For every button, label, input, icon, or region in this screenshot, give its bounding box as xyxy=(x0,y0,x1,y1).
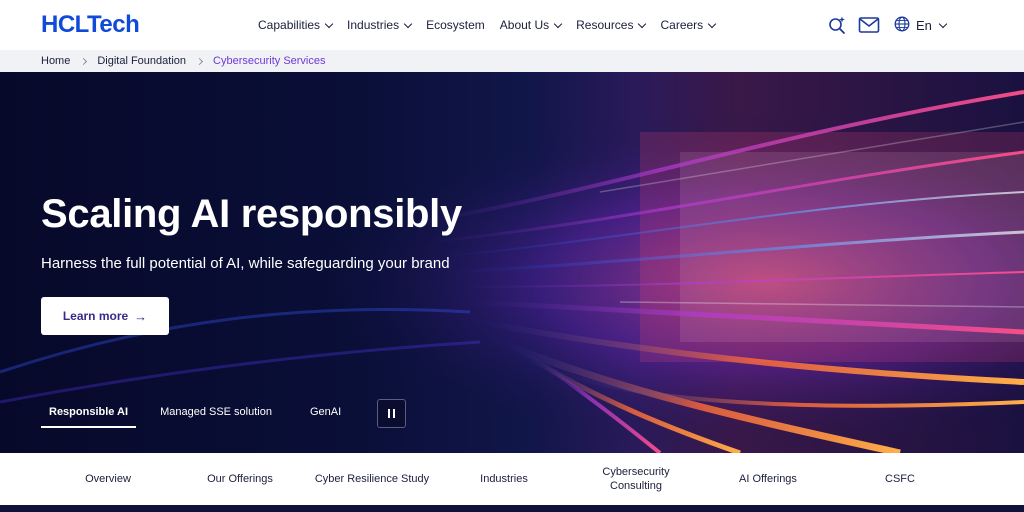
subnav-cyber-resilience-study[interactable]: Cyber Resilience Study xyxy=(310,453,434,505)
subnav-overview[interactable]: Overview xyxy=(72,453,144,505)
nav-ecosystem[interactable]: Ecosystem xyxy=(426,18,485,32)
chevron-right-icon xyxy=(195,57,204,65)
section-subnav: Overview Our Offerings Cyber Resilience … xyxy=(0,453,1024,505)
pause-button[interactable] xyxy=(377,399,406,428)
subnav-ai-offerings[interactable]: AI Offerings xyxy=(728,453,808,505)
mail-icon[interactable] xyxy=(858,14,880,36)
pause-icon-bar xyxy=(393,409,395,418)
subnav-industries[interactable]: Industries xyxy=(468,453,540,505)
chevron-down-icon xyxy=(403,19,413,28)
slide-tab-genai[interactable]: GenAI xyxy=(302,398,349,428)
chevron-down-icon xyxy=(553,19,563,28)
ai-search-icon[interactable] xyxy=(826,14,848,36)
language-selector[interactable]: En xyxy=(894,16,948,35)
footer-edge xyxy=(0,505,1024,512)
nav-label: Careers xyxy=(660,18,704,32)
chevron-down-icon xyxy=(938,19,948,28)
main-nav: Capabilities Industries Ecosystem About … xyxy=(258,0,730,50)
pause-icon xyxy=(388,409,390,418)
subnav-our-offerings[interactable]: Our Offerings xyxy=(196,453,284,505)
hero-slide-tabs: Responsible AI Managed SSE solution GenA… xyxy=(41,398,363,428)
chevron-down-icon xyxy=(707,19,717,28)
subnav-cybersecurity-consulting[interactable]: Cybersecurity Consulting xyxy=(592,453,680,505)
slide-tab-managed-sse[interactable]: Managed SSE solution xyxy=(152,398,280,428)
nav-resources[interactable]: Resources xyxy=(576,18,647,32)
breadcrumb-home[interactable]: Home xyxy=(41,55,70,67)
nav-label: Capabilities xyxy=(258,18,321,32)
nav-label: Ecosystem xyxy=(426,18,485,32)
header-actions: En xyxy=(826,0,948,50)
slide-tab-responsible-ai[interactable]: Responsible AI xyxy=(41,398,137,428)
arrow-right-icon: → xyxy=(134,308,148,324)
site-header: HCLTech Capabilities Industries Ecosyste… xyxy=(0,0,1024,50)
learn-more-button[interactable]: Learn more → xyxy=(41,297,169,335)
nav-careers[interactable]: Careers xyxy=(660,18,717,32)
nav-label: Industries xyxy=(347,18,400,32)
breadcrumb-current: Cybersecurity Services xyxy=(213,55,326,67)
chevron-down-icon xyxy=(638,19,647,28)
hero-title: Scaling AI responsibly xyxy=(41,192,462,236)
hero-banner: Scaling AI responsibly Harness the full … xyxy=(0,72,1024,453)
hero-subtitle: Harness the full potential of AI, while … xyxy=(41,255,450,272)
breadcrumb-digital-foundation[interactable]: Digital Foundation xyxy=(97,55,186,67)
breadcrumb: Home Digital Foundation Cybersecurity Se… xyxy=(0,50,1024,72)
chevron-down-icon xyxy=(324,19,334,28)
subnav-csfc[interactable]: CSFC xyxy=(870,453,930,505)
language-label: En xyxy=(916,17,932,33)
learn-more-label: Learn more xyxy=(62,309,129,323)
nav-about-us[interactable]: About Us xyxy=(499,18,563,32)
nav-label: About Us xyxy=(499,18,550,32)
hcltech-logo[interactable]: HCLTech xyxy=(41,11,140,39)
nav-capabilities[interactable]: Capabilities xyxy=(258,18,334,32)
nav-industries[interactable]: Industries xyxy=(347,18,413,32)
chevron-right-icon xyxy=(80,57,88,65)
globe-icon xyxy=(894,16,910,35)
nav-label: Resources xyxy=(576,18,634,32)
